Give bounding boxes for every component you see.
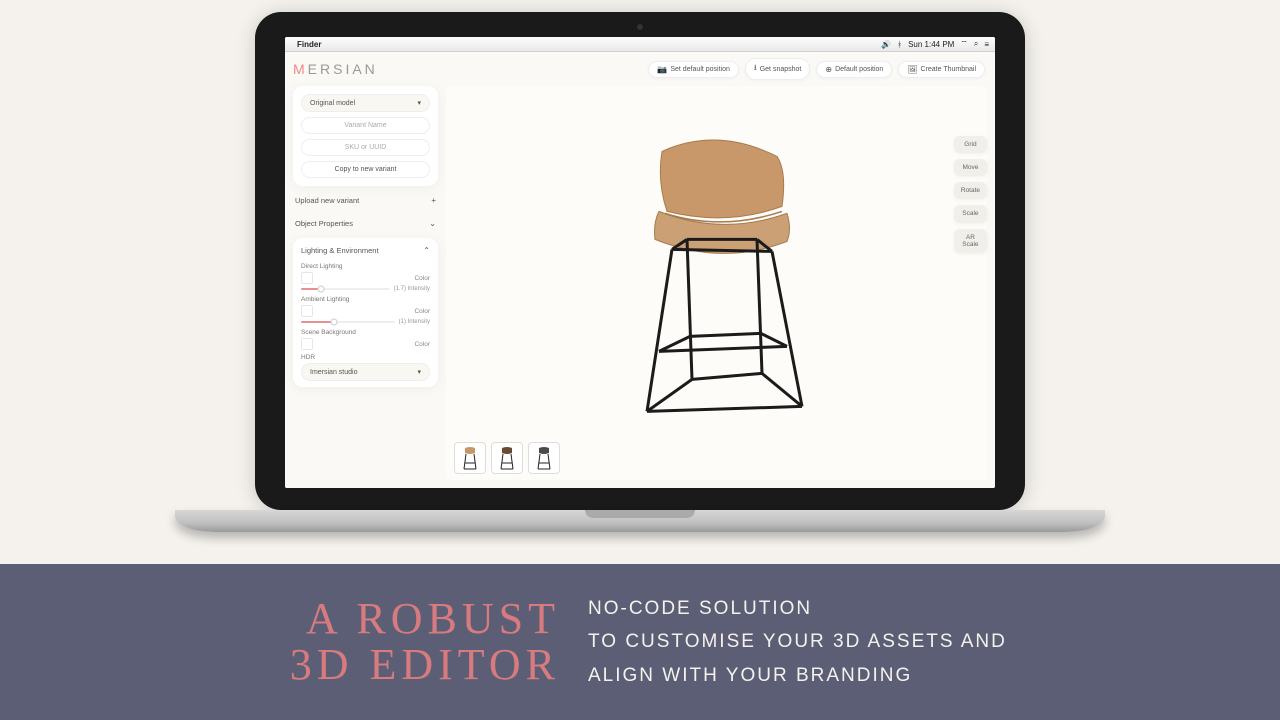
camera-icon: 📷 — [657, 65, 667, 74]
sidebar: Original model ▾ Variant Name SKU or UUI… — [293, 86, 438, 480]
chevron-down-icon: ▾ — [417, 368, 421, 376]
tool-scale[interactable]: Scale — [954, 205, 987, 222]
tool-grid[interactable]: Grid — [954, 136, 987, 153]
plus-icon: + — [431, 196, 436, 205]
chevron-down-icon: ⌄ — [429, 219, 436, 228]
app-header: MMERSIANERSIAN 📷Set default position ⭳Ge… — [285, 52, 995, 86]
variant-thumbnails — [454, 442, 560, 474]
image-icon: 🖼 — [907, 65, 917, 74]
variant-thumb-3[interactable] — [528, 442, 560, 474]
laptop-base — [175, 510, 1105, 532]
app-body: Original model ▾ Variant Name SKU or UUI… — [285, 86, 995, 488]
target-icon: ⊕ — [825, 65, 832, 74]
upload-label: Upload new variant — [295, 196, 359, 205]
app-window: MMERSIANERSIAN 📷Set default position ⭳Ge… — [285, 52, 995, 488]
model-preview — [587, 111, 847, 441]
variant-panel: Original model ▾ Variant Name SKU or UUI… — [293, 86, 438, 186]
screen-bezel: Finder 🔊 ᚼ Sun 1:44 PM ⌔ ⌕ ≡ MMERSIANERS… — [255, 12, 1025, 510]
scene-bg-label: Scene Background — [301, 329, 430, 336]
app-logo: MMERSIANERSIAN — [293, 61, 378, 77]
menu-right: 🔊 ᚼ Sun 1:44 PM ⌔ ⌕ ≡ — [881, 39, 989, 49]
lighting-header[interactable]: Lighting & Environment ⌃ — [301, 246, 430, 259]
direct-intensity-row: (1.7) Intensity — [301, 286, 430, 292]
variant-name-input[interactable]: Variant Name — [301, 117, 430, 134]
copy-variant-button[interactable]: Copy to new variant — [301, 161, 430, 178]
direct-color-swatch[interactable] — [301, 272, 313, 284]
direct-lighting-label: Direct Lighting — [301, 263, 430, 270]
variant-thumb-1[interactable] — [454, 442, 486, 474]
tool-move[interactable]: Move — [954, 159, 987, 176]
menu-icon[interactable]: ≡ — [984, 40, 989, 49]
bluetooth-icon[interactable]: ᚼ — [897, 40, 902, 49]
screen: Finder 🔊 ᚼ Sun 1:44 PM ⌔ ⌕ ≡ MMERSIANERS… — [285, 37, 995, 488]
clock[interactable]: Sun 1:44 PM — [908, 40, 954, 49]
model-select[interactable]: Original model ▾ — [301, 94, 430, 112]
ambient-color-swatch[interactable] — [301, 305, 313, 317]
laptop-frame: Finder 🔊 ᚼ Sun 1:44 PM ⌔ ⌕ ≡ MMERSIANERS… — [255, 12, 1025, 540]
hdr-select[interactable]: Imersian studio ▾ — [301, 363, 430, 381]
wifi-icon[interactable]: ⌔ — [960, 39, 968, 49]
download-icon: ⭳ — [754, 62, 757, 76]
create-thumbnail-button[interactable]: 🖼Create Thumbnail — [898, 61, 985, 78]
camera-dot — [637, 24, 643, 30]
scene-bg-row: Color — [301, 338, 430, 350]
variant-thumb-2[interactable] — [491, 442, 523, 474]
direct-intensity-slider[interactable] — [301, 288, 390, 290]
ambient-intensity-row: (1) Intensity — [301, 319, 430, 325]
sku-input[interactable]: SKU or UUID — [301, 139, 430, 156]
tool-rotate[interactable]: Rotate — [954, 182, 987, 199]
direct-color-row: Color — [301, 272, 430, 284]
set-default-position-button[interactable]: 📷Set default position — [648, 61, 739, 78]
lighting-panel: Lighting & Environment ⌃ Direct Lighting… — [293, 238, 438, 387]
object-properties-header[interactable]: Object Properties ⌄ — [293, 215, 438, 232]
viewport-3d[interactable] — [446, 86, 987, 480]
volume-icon[interactable]: 🔊 — [881, 40, 891, 49]
mac-app-name[interactable]: Finder — [297, 40, 321, 49]
mac-menu-bar: Finder 🔊 ᚼ Sun 1:44 PM ⌔ ⌕ ≡ — [285, 37, 995, 52]
search-icon[interactable]: ⌕ — [974, 39, 978, 49]
viewport-wrap: Grid Move Rotate Scale ARScale — [446, 86, 987, 480]
default-position-button[interactable]: ⊕Default position — [816, 61, 892, 78]
get-snapshot-button[interactable]: ⭳Get snapshot — [745, 58, 810, 80]
ambient-color-row: Color — [301, 305, 430, 317]
model-select-value: Original model — [310, 100, 355, 107]
scene-bg-swatch[interactable] — [301, 338, 313, 350]
banner-subtext: NO-CODE SOLUTION TO CUSTOMISE YOUR 3D AS… — [588, 592, 1007, 692]
upload-variant-row[interactable]: Upload new variant + — [293, 192, 438, 209]
viewport-tools: Grid Move Rotate Scale ARScale — [954, 136, 987, 253]
chevron-up-icon: ⌃ — [423, 246, 430, 255]
chevron-down-icon: ▾ — [417, 99, 421, 107]
marketing-banner: A ROBUST 3D EDITOR NO-CODE SOLUTION TO C… — [0, 564, 1280, 720]
ambient-lighting-label: Ambient Lighting — [301, 296, 430, 303]
ambient-intensity-slider[interactable] — [301, 321, 395, 323]
banner-headline: A ROBUST 3D EDITOR — [40, 596, 560, 688]
hdr-label: HDR — [301, 354, 430, 361]
tool-ar-scale[interactable]: ARScale — [954, 229, 987, 253]
laptop-notch — [585, 510, 695, 518]
